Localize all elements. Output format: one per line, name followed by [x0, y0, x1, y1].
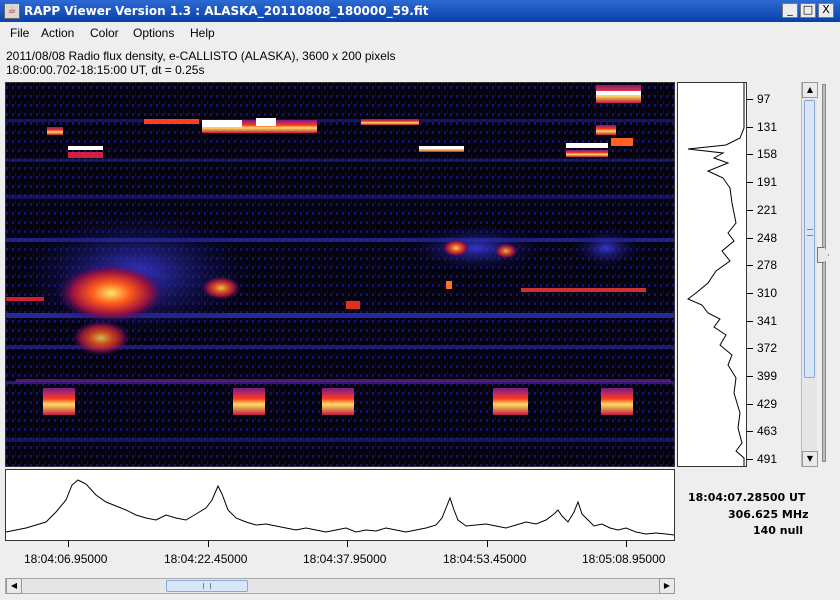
arrow-down-icon[interactable]: ▼	[802, 451, 818, 467]
frequency-tick	[747, 238, 753, 239]
time-tick-label: 18:04:53.45000	[443, 552, 527, 566]
time-tick	[626, 541, 627, 547]
menu-bar: File Action Color Options Help	[0, 22, 840, 44]
menu-color[interactable]: Color	[90, 26, 119, 40]
frequency-tick	[747, 127, 753, 128]
frequency-tick-label: 341	[757, 314, 778, 328]
frequency-tick	[747, 348, 753, 349]
frequency-axis: 97 131 158 191 221 248 278 310 341 372 399 429 463 49…	[747, 82, 799, 467]
time-range-info: 18:00:00.702-18:15:00 UT, dt = 0.25s	[6, 63, 205, 77]
frequency-tick-label: 463	[757, 424, 778, 438]
frequency-tick-label: 191	[757, 175, 778, 189]
frequency-tick-label: 310	[757, 286, 778, 300]
arrow-right-icon[interactable]: ▶	[659, 578, 675, 594]
frequency-profile-plot[interactable]	[677, 82, 747, 467]
time-tick	[347, 541, 348, 547]
spectrogram-plot[interactable]	[5, 82, 675, 467]
time-tick	[208, 541, 209, 547]
frequency-tick	[747, 154, 753, 155]
menu-action[interactable]: Action	[41, 26, 74, 40]
frequency-tick	[747, 265, 753, 266]
frequency-tick-label: 278	[757, 258, 778, 272]
time-profile-plot[interactable]	[5, 469, 675, 541]
minimize-button[interactable]: _	[782, 3, 798, 18]
frequency-tick-label: 372	[757, 341, 778, 355]
window-title: RAPP Viewer Version 1.3 : ALASKA_2011080…	[24, 4, 429, 18]
frequency-tick-label: 399	[757, 369, 778, 383]
menu-options[interactable]: Options	[133, 26, 174, 40]
time-axis: 18:04:06.95000 18:04:22.45000 18:04:37.950…	[5, 541, 675, 571]
frequency-tick-label: 97	[757, 92, 771, 106]
frequency-tick	[747, 376, 753, 377]
frequency-tick-label: 131	[757, 120, 778, 134]
vertical-scroll-thumb[interactable]	[804, 100, 815, 378]
horizontal-scrollbar[interactable]: ◀ ▶	[5, 578, 675, 594]
frequency-tick-label: 429	[757, 397, 778, 411]
frequency-tick-label: 221	[757, 203, 778, 217]
cursor-value-readout: 140 null	[753, 524, 803, 537]
frequency-tick	[747, 404, 753, 405]
vertical-scrollbar[interactable]: ▲ ▼	[801, 82, 818, 467]
slider-thumb[interactable]	[817, 247, 829, 263]
time-tick-label: 18:04:22.45000	[164, 552, 248, 566]
spectrogram-image	[6, 83, 674, 466]
cursor-frequency-readout: 306.625 MHz	[728, 508, 809, 521]
time-tick	[68, 541, 69, 547]
time-tick-label: 18:04:06.95000	[24, 552, 108, 566]
java-cup-icon[interactable]: ☕	[4, 3, 20, 19]
title-bar: ☕ RAPP Viewer Version 1.3 : ALASKA_20110…	[0, 0, 840, 22]
frequency-tick	[747, 182, 753, 183]
grip-icon	[203, 583, 211, 589]
arrow-up-icon[interactable]: ▲	[802, 82, 818, 98]
frequency-tick	[747, 431, 753, 432]
menu-help[interactable]: Help	[190, 26, 215, 40]
maximize-button[interactable]: □	[800, 3, 816, 18]
time-tick	[487, 541, 488, 547]
close-button[interactable]: X	[818, 3, 834, 18]
frequency-tick	[747, 293, 753, 294]
frequency-tick-label: 491	[757, 452, 778, 466]
cursor-time-readout: 18:04:07.28500 UT	[688, 491, 806, 504]
observation-info: 2011/08/08 Radio flux density, e-CALLIST…	[6, 49, 396, 63]
frequency-tick	[747, 99, 753, 100]
frequency-tick-label: 158	[757, 147, 778, 161]
grip-icon	[807, 229, 813, 236]
time-tick-label: 18:04:37.95000	[303, 552, 387, 566]
time-tick-label: 18:05:08.95000	[582, 552, 666, 566]
frequency-slider[interactable]	[817, 84, 833, 462]
horizontal-scroll-thumb[interactable]	[166, 580, 248, 592]
frequency-tick-label: 248	[757, 231, 778, 245]
frequency-tick	[747, 459, 753, 460]
arrow-left-icon[interactable]: ◀	[6, 578, 22, 594]
frequency-tick	[747, 210, 753, 211]
time-profile-curve	[5, 479, 675, 536]
menu-file[interactable]: File	[10, 26, 29, 40]
slider-track	[822, 84, 826, 462]
frequency-profile-curve	[687, 83, 745, 466]
frequency-tick	[747, 321, 753, 322]
